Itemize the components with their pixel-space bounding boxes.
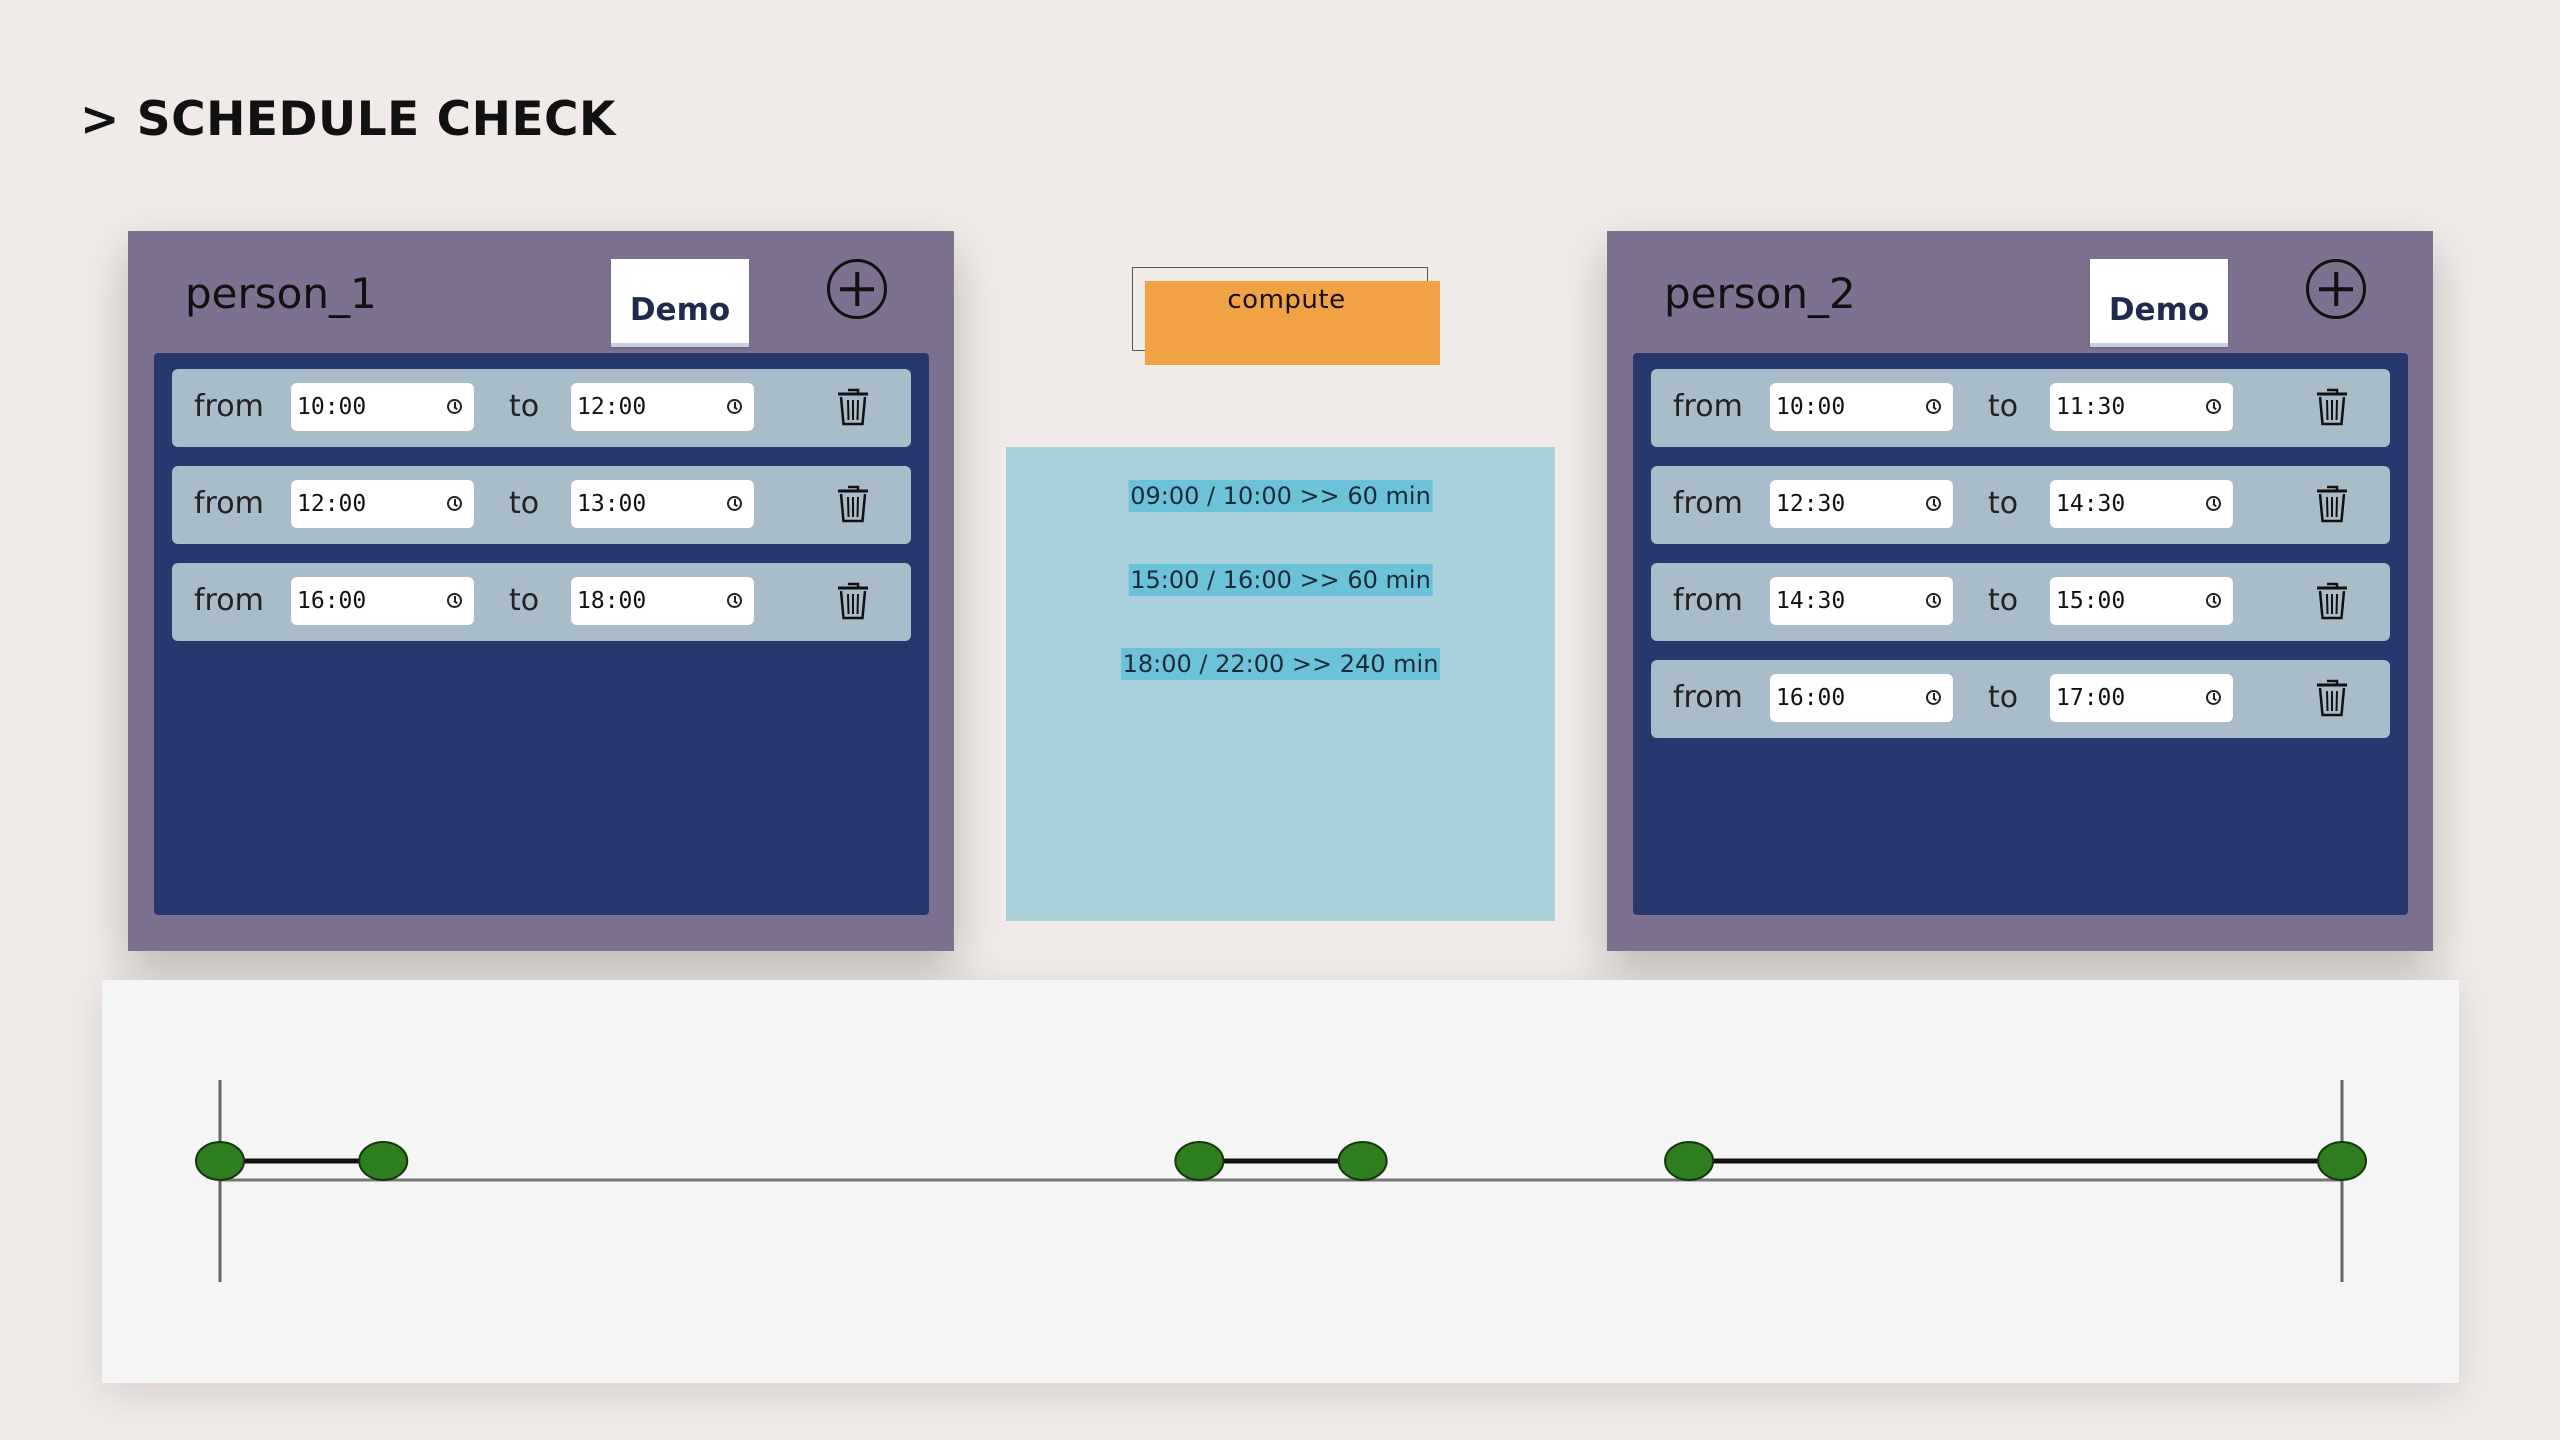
from-label: from	[194, 486, 264, 521]
person-panel-2: person_2 Demo from 10:00 to 11:30 from 12:30…	[1607, 231, 2433, 951]
from-time-value: 12:30	[1776, 491, 1846, 517]
person-panel-1: person_1 Demo from 10:00 to 12:00 from 12:00…	[128, 231, 954, 951]
clock-icon[interactable]	[1926, 690, 1941, 705]
trash-icon[interactable]	[2315, 581, 2349, 621]
clock-icon[interactable]	[447, 593, 462, 608]
add-slot-button[interactable]	[827, 259, 887, 319]
from-time-input[interactable]: 16:00	[291, 577, 474, 625]
clock-icon[interactable]	[447, 399, 462, 414]
from-time-value: 10:00	[1776, 394, 1846, 420]
to-time-value: 17:00	[2056, 685, 2126, 711]
slot-row: from 12:30 to 14:30	[1651, 466, 2390, 544]
slot-row: from 10:00 to 12:00	[172, 369, 911, 447]
trash-icon[interactable]	[836, 387, 870, 427]
results-panel: 09:00 / 10:00 >> 60 min 15:00 / 16:00 >>…	[1006, 447, 1555, 921]
to-label: to	[509, 583, 540, 618]
from-time-input[interactable]: 12:30	[1770, 480, 1953, 528]
slot-row: from 16:00 to 18:00	[172, 563, 911, 641]
result-item: 09:00 / 10:00 >> 60 min	[1128, 480, 1433, 512]
demo-button[interactable]: Demo	[2090, 259, 2228, 347]
from-time-input[interactable]: 10:00	[1770, 383, 1953, 431]
to-time-value: 12:00	[577, 394, 647, 420]
to-label: to	[509, 389, 540, 424]
from-time-value: 16:00	[297, 588, 367, 614]
clock-icon[interactable]	[1926, 496, 1941, 511]
from-time-input[interactable]: 10:00	[291, 383, 474, 431]
slot-row: from 16:00 to 17:00	[1651, 660, 2390, 738]
slot-row: from 10:00 to 11:30	[1651, 369, 2390, 447]
timeline-panel	[102, 980, 2459, 1383]
clock-icon[interactable]	[2206, 496, 2221, 511]
from-time-input[interactable]: 14:30	[1770, 577, 1953, 625]
segment-marker	[358, 1141, 409, 1181]
result-item: 18:00 / 22:00 >> 240 min	[1120, 648, 1441, 680]
from-label: from	[1673, 680, 1743, 715]
to-time-input[interactable]: 12:00	[571, 383, 754, 431]
to-time-value: 18:00	[577, 588, 647, 614]
segment-marker	[2317, 1141, 2367, 1181]
segment-marker	[1337, 1141, 1388, 1181]
to-label: to	[509, 486, 540, 521]
clock-icon[interactable]	[1926, 593, 1941, 608]
clock-icon[interactable]	[2206, 399, 2221, 414]
to-time-input[interactable]: 11:30	[2050, 383, 2233, 431]
clock-icon[interactable]	[727, 496, 742, 511]
to-time-input[interactable]: 17:00	[2050, 674, 2233, 722]
trash-icon[interactable]	[2315, 484, 2349, 524]
from-time-input[interactable]: 16:00	[1770, 674, 1953, 722]
to-time-value: 15:00	[2056, 588, 2126, 614]
clock-icon[interactable]	[2206, 690, 2221, 705]
slot-row: from 12:00 to 13:00	[172, 466, 911, 544]
trash-icon[interactable]	[2315, 387, 2349, 427]
compute-label: compute	[1227, 285, 1346, 315]
segment-marker	[1664, 1141, 1715, 1181]
clock-icon[interactable]	[1926, 399, 1941, 414]
slots-list: from 10:00 to 12:00 from 12:00 to 13:00 from 16…	[154, 353, 929, 915]
clock-icon[interactable]	[2206, 593, 2221, 608]
to-time-value: 14:30	[2056, 491, 2126, 517]
from-time-input[interactable]: 12:00	[291, 480, 474, 528]
timeline-chart	[195, 1080, 2367, 1282]
segment-marker	[1174, 1141, 1225, 1181]
add-slot-button[interactable]	[2306, 259, 2366, 319]
slots-list: from 10:00 to 11:30 from 12:30 to 14:30 from 14…	[1633, 353, 2408, 915]
clock-icon[interactable]	[727, 593, 742, 608]
clock-icon[interactable]	[727, 399, 742, 414]
from-time-value: 14:30	[1776, 588, 1846, 614]
from-label: from	[1673, 486, 1743, 521]
to-label: to	[1988, 389, 2019, 424]
from-time-value: 10:00	[297, 394, 367, 420]
to-time-input[interactable]: 14:30	[2050, 480, 2233, 528]
trash-icon[interactable]	[836, 581, 870, 621]
to-label: to	[1988, 486, 2019, 521]
trash-icon[interactable]	[836, 484, 870, 524]
to-time-input[interactable]: 15:00	[2050, 577, 2233, 625]
demo-button[interactable]: Demo	[611, 259, 749, 347]
from-time-value: 16:00	[1776, 685, 1846, 711]
to-time-value: 11:30	[2056, 394, 2126, 420]
person-name: person_1	[185, 269, 377, 318]
person-name: person_2	[1664, 269, 1856, 318]
segment-marker	[195, 1141, 245, 1181]
to-label: to	[1988, 680, 2019, 715]
trash-icon[interactable]	[2315, 678, 2349, 718]
from-label: from	[194, 583, 264, 618]
to-time-input[interactable]: 13:00	[571, 480, 754, 528]
from-label: from	[194, 389, 264, 424]
clock-icon[interactable]	[447, 496, 462, 511]
to-time-value: 13:00	[577, 491, 647, 517]
from-label: from	[1673, 389, 1743, 424]
from-time-value: 12:00	[297, 491, 367, 517]
slot-row: from 14:30 to 15:00	[1651, 563, 2390, 641]
result-item: 15:00 / 16:00 >> 60 min	[1128, 564, 1433, 596]
to-time-input[interactable]: 18:00	[571, 577, 754, 625]
from-label: from	[1673, 583, 1743, 618]
page-title: > SCHEDULE CHECK	[80, 92, 616, 147]
to-label: to	[1988, 583, 2019, 618]
compute-button[interactable]: compute	[1145, 281, 1440, 365]
